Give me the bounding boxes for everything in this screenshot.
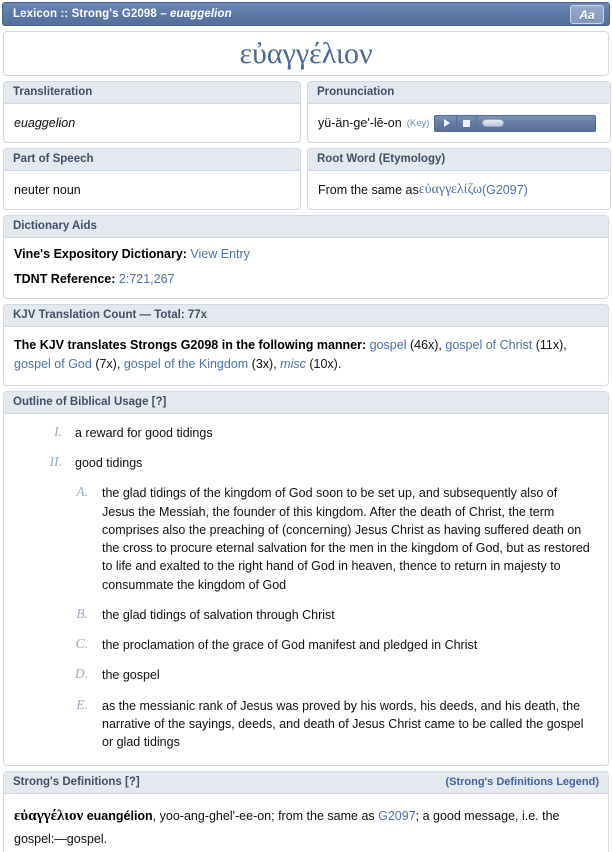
vines-label: Vine's Expository Dictionary: — [14, 247, 187, 261]
headword-panel: εὐαγγέλιον — [3, 31, 609, 76]
tdnt-reference-link[interactable]: 2:721,267 — [119, 272, 175, 286]
play-icon[interactable] — [437, 115, 458, 131]
outline-item: E. as the messianic rank of Jesus was pro… — [64, 697, 598, 752]
root-word-strongs-link[interactable]: (G2097) — [482, 183, 528, 197]
outline-item: C. the proclamation of the grace of God m… — [64, 636, 598, 654]
outline-body: I. a reward for good tidings II. good tidin… — [4, 414, 608, 766]
audio-player[interactable] — [434, 114, 597, 132]
transliteration-header-label: Transliteration — [13, 86, 93, 98]
kjv-translation-panel: KJV Translation Count — Total: 77x The K… — [3, 304, 609, 386]
outline-item-text: a reward for good tidings — [75, 425, 213, 440]
outline-item-marker: B. — [76, 605, 88, 621]
outline-item-text: the proclamation of the grace of God man… — [102, 638, 478, 652]
strongs-definitions-header: Strong's Definitions [?] (Strong's Defin… — [4, 772, 608, 795]
strongs-definition-text-before: , yoo-ang-ghel'-ee-on; from the same as — [152, 809, 379, 824]
strongs-definitions-header-label: Strong's Definitions [?] — [13, 776, 140, 789]
outline-item-marker: E. — [76, 696, 88, 712]
outline-item-marker: C. — [75, 636, 88, 651]
part-of-speech-panel: Part of Speech neuter noun — [3, 148, 301, 210]
part-of-speech-header-label: Part of Speech — [13, 153, 94, 165]
outline-header: Outline of Biblical Usage [?] — [4, 391, 608, 414]
strongs-definition-ref-link[interactable]: G2097 — [378, 809, 416, 823]
root-word-greek-link[interactable]: εὐαγγελίζω — [419, 182, 482, 198]
dictionary-aids-body: Vine's Expository Dictionary: View Entry… — [4, 238, 608, 298]
root-word-body: From the same as εὐαγγελίζω (G2097) — [308, 171, 610, 209]
kjv-translation-body: The KJV translates Strongs G2098 in the … — [4, 327, 608, 385]
window-titlebar: Lexicon :: Strong's G2098 – euaggelion A… — [2, 2, 610, 26]
kjv-term-count: (3x), — [248, 357, 277, 372]
kjv-term-count: (7x), — [91, 357, 121, 372]
kjv-term-link[interactable]: gospel of God — [14, 357, 92, 371]
kjv-term-link[interactable]: misc — [280, 357, 306, 371]
dictionary-aids-panel: Dictionary Aids Vine's Expository Dictio… — [3, 215, 609, 299]
vines-view-entry-link[interactable]: View Entry — [190, 247, 250, 261]
kjv-term-link[interactable]: gospel of the Kingdom — [124, 357, 248, 371]
row-pos-rootword: Part of Speech neuter noun Root Word (Et… — [3, 143, 611, 210]
window-title: Lexicon :: Strong's G2098 – euaggelion — [13, 8, 232, 20]
kjv-lead-text: The KJV translates Strongs G2098 in the … — [14, 338, 367, 352]
pronunciation-header-label: Pronunciation — [317, 86, 395, 98]
tdnt-line: TDNT Reference: 2:721,267 — [14, 272, 598, 286]
outline-item: II. good tidings — [36, 454, 598, 472]
kjv-translation-header-label: KJV Translation Count — Total: 77x — [13, 309, 208, 321]
kjv-term-count: (10x). — [305, 357, 342, 372]
part-of-speech-body: neuter noun — [4, 171, 300, 209]
outline-item-text: the gospel — [102, 668, 160, 683]
outline-panel: Outline of Biblical Usage [?] I. a reward… — [3, 390, 609, 767]
outline-item-marker: D. — [74, 666, 88, 682]
kjv-term-count: (11x), — [532, 338, 567, 352]
dictionary-aids-header: Dictionary Aids — [4, 216, 608, 238]
pronunciation-value: yü-än-ge'-lē-on — [318, 116, 402, 130]
outline-item: A. the glad tidings of the kingdom of God… — [64, 484, 598, 594]
pronunciation-panel: Pronunciation yü-än-ge'-lē-on (Key) — [307, 81, 611, 143]
transliteration-panel: Transliteration euaggelion — [3, 81, 301, 143]
outline-item-text: good tidings — [75, 456, 143, 470]
row-transliteration-pronunciation: Transliteration euaggelion Pronunciation… — [3, 76, 611, 143]
strongs-definitions-panel: Strong's Definitions [?] (Strong's Defin… — [3, 771, 609, 852]
outline-item: D. the gospel — [64, 666, 598, 684]
root-word-header-label: Root Word (Etymology) — [317, 153, 446, 165]
volume-slider[interactable] — [477, 116, 593, 131]
kjv-translation-header: KJV Translation Count — Total: 77x — [4, 305, 608, 327]
lexicon-page: Lexicon :: Strong's G2098 – euaggelion A… — [0, 0, 612, 852]
vines-line: Vine's Expository Dictionary: View Entry — [14, 247, 598, 261]
outline-item-text: the glad tidings of salvation through Ch… — [102, 607, 335, 622]
root-word-panel: Root Word (Etymology) From the same as ε… — [307, 148, 611, 210]
slider-thumb[interactable] — [482, 119, 505, 127]
pronunciation-header: Pronunciation — [308, 82, 610, 104]
outline-item-text: as the messianic rank of Jesus was prove… — [102, 698, 584, 750]
pronunciation-key-link[interactable]: (Key) — [407, 118, 430, 129]
root-word-prefix: From the same as — [318, 183, 419, 197]
outline-item-marker: II. — [49, 454, 62, 469]
outline-item-marker: I. — [54, 423, 62, 439]
transliteration-value: euaggelion — [14, 116, 76, 130]
kjv-term-link[interactable]: gospel of Christ — [445, 338, 532, 352]
kjv-term-link[interactable]: gospel — [370, 338, 407, 352]
window-title-prefix: Lexicon :: Strong's G2098 – — [13, 8, 170, 20]
tdnt-label: TDNT Reference: — [14, 272, 116, 286]
headword-greek: εὐαγγέλιον — [239, 36, 373, 70]
transliteration-header: Transliteration — [4, 82, 300, 104]
outline-item-text: the glad tidings of the kingdom of God s… — [102, 486, 590, 592]
part-of-speech-value: neuter noun — [14, 183, 81, 197]
font-size-button[interactable]: Aa — [570, 5, 604, 24]
pronunciation-line: yü-än-ge'-lē-on (Key) — [318, 114, 597, 132]
transliteration-body: euaggelion — [4, 104, 300, 142]
window-title-word: euaggelion — [170, 8, 232, 20]
strongs-definition-greek: εὐαγγέλιον — [14, 808, 84, 825]
kjv-term-count: (46x), — [406, 338, 442, 352]
stop-icon[interactable] — [457, 115, 478, 131]
strongs-definitions-body: εὐαγγέλιον euangélion, yoo-ang-ghel'-ee-… — [4, 794, 608, 852]
pronunciation-body: yü-än-ge'-lē-on (Key) — [308, 104, 610, 142]
dictionary-aids-header-label: Dictionary Aids — [13, 220, 97, 232]
root-word-header: Root Word (Etymology) — [308, 149, 610, 171]
outline-item: I. a reward for good tidings — [36, 424, 598, 442]
outline-item: B. the glad tidings of salvation through … — [64, 606, 598, 624]
strongs-definitions-legend-link[interactable]: (Strong's Definitions Legend) — [445, 776, 599, 788]
outline-header-label: Outline of Biblical Usage [?] — [13, 395, 167, 408]
outline-item-marker: A. — [76, 484, 88, 500]
part-of-speech-header: Part of Speech — [4, 149, 300, 171]
strongs-definition-translit: euangélion — [86, 809, 153, 824]
